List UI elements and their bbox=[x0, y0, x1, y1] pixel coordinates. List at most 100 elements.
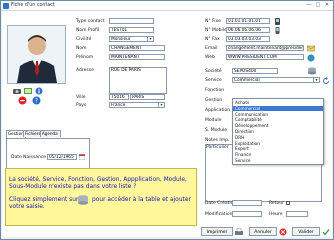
nom-label: Nom bbox=[76, 46, 87, 51]
heure-label: Heure bbox=[269, 212, 283, 217]
mobile-label: N° Mobile bbox=[205, 28, 227, 33]
civilite-select[interactable]: Monsieur ▾ bbox=[109, 36, 154, 42]
notes-importantes-label: Notes Imp. bbox=[205, 138, 230, 143]
service-dropdown-list: Achats Commercial Communication Comptabilit… bbox=[232, 98, 324, 165]
adresse-label: Adresse bbox=[76, 68, 94, 73]
mobile-field[interactable]: 06.06.06.06.06 bbox=[226, 27, 270, 33]
date-naissance-field[interactable]: 05/12/1965 bbox=[47, 154, 77, 160]
chevron-down-icon: ▾ bbox=[147, 37, 153, 41]
dropdown-item[interactable]: Commercial bbox=[233, 105, 323, 111]
pays-value: France bbox=[111, 103, 126, 108]
civilite-label: Civilité bbox=[76, 37, 92, 42]
modification-label: Modification bbox=[205, 212, 233, 217]
heure-field bbox=[286, 211, 308, 217]
email-label: Email bbox=[205, 46, 218, 51]
minimize-button[interactable]: — bbox=[305, 2, 313, 8]
nom-profil-field[interactable]: TEST01 bbox=[109, 27, 154, 33]
tab-panel-gestion: Date Naissance 05/12/1965 bbox=[6, 138, 90, 169]
mobile-phone-icon[interactable] bbox=[274, 27, 281, 34]
nom-profil-label: Nom Profil bbox=[76, 28, 100, 33]
info-line-2: Sous-Module n'existe pas dans votre list… bbox=[9, 184, 137, 190]
modification-field bbox=[232, 211, 262, 217]
database-icon bbox=[77, 195, 89, 205]
app-icon bbox=[3, 2, 9, 9]
nom-field[interactable]: CHANGEMENT bbox=[109, 45, 165, 51]
maximize-button[interactable]: □ bbox=[314, 2, 322, 8]
dropdown-item[interactable]: Achats bbox=[233, 100, 323, 105]
dropdown-item[interactable]: Développement bbox=[233, 123, 323, 128]
fax-label: N° Fax bbox=[205, 37, 220, 42]
database-table-icon[interactable] bbox=[307, 67, 317, 75]
send-email-icon[interactable] bbox=[306, 45, 316, 52]
window-title: Fiche d'un contact bbox=[11, 2, 55, 8]
dropdown-item[interactable]: Comptabilité bbox=[233, 117, 323, 122]
pays-label: Pays bbox=[76, 103, 87, 108]
web-field[interactable]: WWW.PRESIDENT.COM bbox=[226, 54, 304, 60]
cancel-button-label: Annuler bbox=[254, 230, 272, 235]
form-area: ? Type contact Nom Profil TEST01 Civilit… bbox=[2, 11, 332, 237]
fax-field[interactable]: 03.03.03.03.03 bbox=[226, 36, 270, 42]
ville-field[interactable]: PARIS bbox=[130, 94, 165, 100]
help-icon[interactable]: ? bbox=[32, 96, 41, 105]
info-box: La société, Service, Fonction, Gestion, … bbox=[5, 168, 197, 226]
dropdown-item[interactable]: Export bbox=[233, 146, 323, 151]
title-bar: Fiche d'un contact — □ ✕ bbox=[1, 1, 333, 11]
import-photo-icon[interactable] bbox=[24, 87, 32, 95]
globe-icon[interactable] bbox=[307, 54, 315, 62]
code-postal-field[interactable]: 75016 bbox=[109, 94, 129, 100]
dropdown-item[interactable]: DRH bbox=[233, 135, 323, 140]
info-line-3b: pour accéder à la table et ajouter bbox=[92, 197, 191, 203]
info-line-1: La société, Service, Fonction, Gestion, … bbox=[9, 177, 187, 183]
person-avatar-icon bbox=[8, 26, 65, 83]
calendar-icon[interactable] bbox=[78, 154, 86, 161]
application-label: Application bbox=[205, 108, 231, 113]
close-window-button[interactable]: ✕ bbox=[323, 2, 331, 8]
phone-icon[interactable] bbox=[274, 18, 281, 25]
delete-photo-icon[interactable] bbox=[18, 96, 27, 105]
adresse-field[interactable]: RUE DE PARIS bbox=[109, 67, 167, 94]
refresh-icon[interactable] bbox=[322, 77, 330, 85]
date-naissance-label: Date Naissance bbox=[11, 155, 47, 160]
print-button-label: Imprimer bbox=[206, 230, 228, 235]
prenom-label: Prénom bbox=[76, 55, 94, 60]
print-button[interactable]: Imprimer bbox=[201, 227, 233, 236]
retour-label: Retour bbox=[269, 201, 284, 206]
info-line-3a: Cliquez simplement sur bbox=[9, 197, 79, 203]
info-icon[interactable] bbox=[35, 87, 43, 95]
dropdown-item[interactable]: Exploitation bbox=[233, 141, 323, 146]
societe-field[interactable]: SEPOS400 bbox=[232, 68, 278, 74]
cancel-x-icon[interactable] bbox=[279, 228, 287, 236]
societe-label: Société bbox=[205, 69, 222, 74]
type-contact-field[interactable] bbox=[109, 18, 154, 24]
service-value: Commercial bbox=[234, 78, 260, 83]
date-creation-field bbox=[232, 200, 262, 206]
dropdown-item[interactable]: Communication bbox=[233, 112, 323, 117]
dropdown-item[interactable]: Service bbox=[233, 158, 323, 163]
retour-checkbox[interactable] bbox=[286, 201, 290, 205]
particulier-label: Particulier bbox=[206, 145, 229, 150]
dropdown-item[interactable]: Direction bbox=[233, 129, 323, 134]
validate-button[interactable]: Valider bbox=[292, 227, 320, 236]
camera-icon[interactable] bbox=[13, 87, 21, 95]
cancel-button[interactable]: Annuler bbox=[249, 227, 277, 236]
tab-agenda[interactable]: Agenda bbox=[40, 130, 61, 137]
contact-window: Fiche d'un contact — □ ✕ ? Type contact … bbox=[0, 0, 334, 240]
pays-select[interactable]: France ▾ bbox=[109, 102, 165, 108]
gestion-label: Gestion bbox=[205, 98, 223, 103]
validate-button-label: Valider bbox=[298, 230, 314, 235]
fonction-label: Fonction bbox=[205, 88, 225, 93]
fixe-field[interactable]: 01.01.01.01.01 bbox=[226, 18, 270, 24]
svg-text:?: ? bbox=[35, 98, 38, 105]
service-label: Service bbox=[205, 78, 222, 83]
chevron-down-icon: ▾ bbox=[158, 103, 164, 107]
service-select[interactable]: Commercial ▾ bbox=[232, 77, 320, 83]
ville-label: Ville bbox=[76, 95, 86, 100]
web-label: Web bbox=[205, 55, 215, 60]
printer-icon[interactable] bbox=[235, 228, 243, 236]
prenom-field[interactable]: MAINTENANT bbox=[109, 54, 165, 60]
checkmark-icon[interactable] bbox=[322, 228, 330, 236]
email-field[interactable]: changement.maintenant@president.com bbox=[226, 45, 304, 51]
dropdown-item[interactable]: Finance bbox=[233, 152, 323, 157]
type-contact-label: Type contact bbox=[76, 19, 105, 24]
civilite-value: Monsieur bbox=[111, 37, 131, 42]
